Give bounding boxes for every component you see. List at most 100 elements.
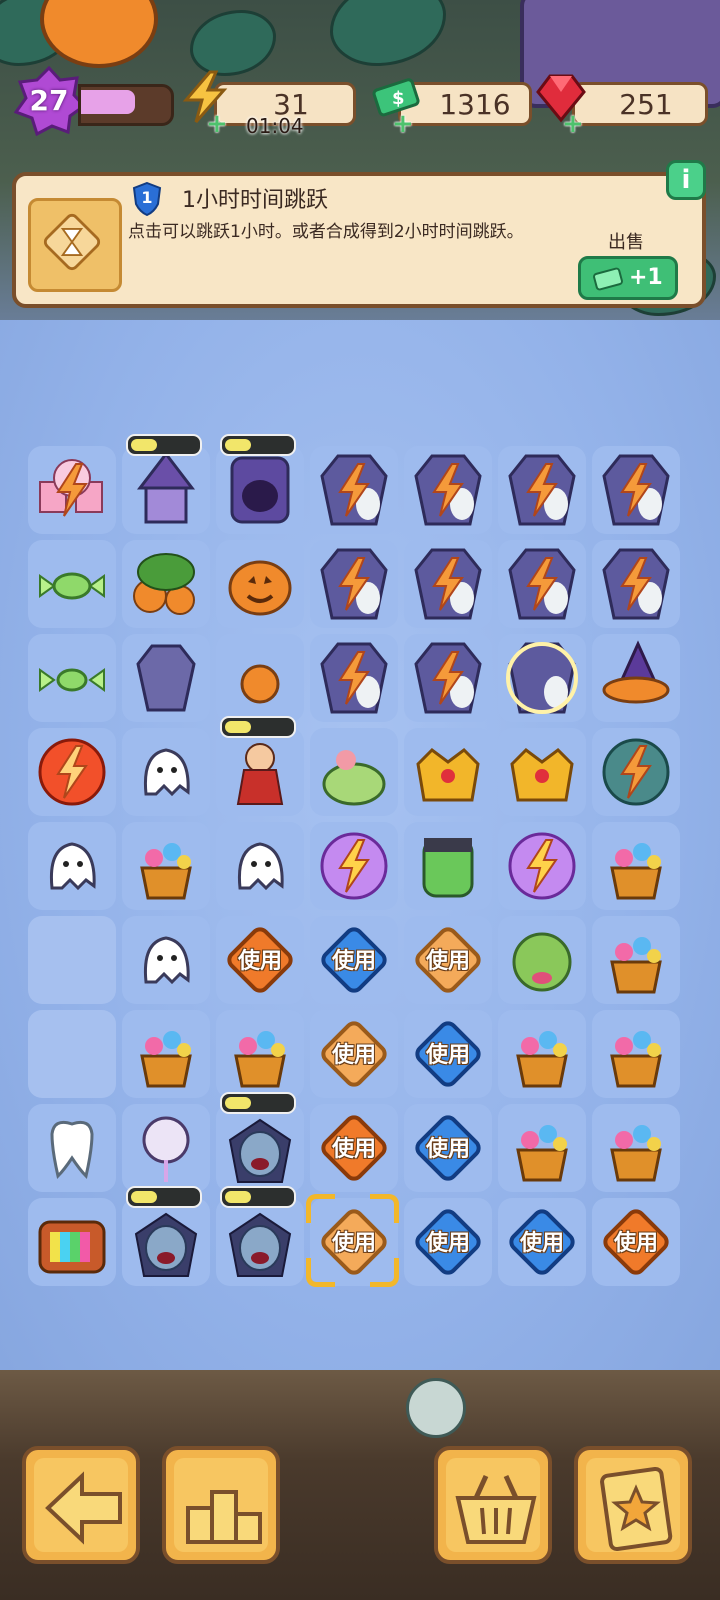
board-cell[interactable] [122,916,210,1004]
jack-o-lantern-icon [228,560,292,616]
board-cell[interactable] [122,434,210,534]
board-cell[interactable] [498,1010,586,1098]
board-cell[interactable] [404,728,492,816]
board-cell[interactable] [28,540,116,628]
tooth-icon [50,1120,94,1179]
board-cell[interactable] [498,822,586,910]
shop-button[interactable] [434,1446,552,1564]
board-cell[interactable]: 使用 [310,916,398,1004]
board-cell[interactable] [498,446,586,534]
board-cell[interactable] [216,1092,304,1192]
board-cell[interactable] [310,540,398,628]
board-cell[interactable] [216,434,304,534]
flower-basket-icon [140,843,192,900]
board-cell[interactable]: 使用 [306,1194,399,1287]
board-cell[interactable]: 使用 [404,1010,492,1098]
board-cell[interactable] [498,916,586,1004]
board-cell[interactable]: 使用 [216,916,304,1004]
board-cell[interactable] [404,822,492,910]
board-cell[interactable]: 使用 [404,1198,492,1286]
board-cell[interactable] [28,634,116,722]
flower-basket-icon [610,1125,662,1182]
vampire-icon [134,1212,198,1277]
board-cell[interactable] [28,1198,116,1286]
board-cell[interactable] [592,446,680,534]
board-cell[interactable] [310,446,398,534]
tasks-button[interactable] [574,1446,692,1564]
board-cell[interactable] [498,540,586,628]
energy-orb-purple-icon [508,832,576,900]
board-cell[interactable] [592,822,680,910]
board-cell[interactable] [310,634,398,722]
basket-icon [455,1474,537,1544]
use-label: 使用 [331,949,376,974]
add-gems-icon[interactable]: + [562,111,584,137]
board-cell[interactable] [592,1104,680,1192]
board-cell[interactable] [498,634,586,722]
game-screen: 27 31 + 01:04 1316 $ + 251 + 1 1小时时间跳跃 点… [0,0,720,1600]
xp-bar [78,84,174,126]
board-cell[interactable] [216,1186,304,1286]
locked-coffin-icon [414,454,482,526]
board-cell[interactable] [28,1104,116,1192]
board-cell[interactable] [122,1010,210,1098]
board-cell[interactable] [498,1104,586,1192]
board-cell[interactable] [216,822,304,910]
candy-basket-icon [322,750,386,806]
zombie-head-icon [512,932,572,992]
xp-fill [81,90,135,114]
board-cell[interactable] [216,716,304,816]
back-button[interactable] [22,1446,140,1564]
candy-icon [39,572,105,600]
board-cell[interactable] [28,1010,116,1098]
board-cell[interactable] [404,446,492,534]
board-cell[interactable] [498,728,586,816]
ghost-icon [143,936,190,985]
flower-basket-icon [516,1031,568,1088]
glowing-coffin-icon [506,642,578,714]
board-cell[interactable] [28,916,116,1004]
board-cell[interactable]: 使用 [498,1198,586,1286]
board-cell[interactable]: 使用 [310,1010,398,1098]
board-cell[interactable] [310,728,398,816]
board-cell[interactable] [216,634,304,722]
energy-timer: 01:04 [246,114,304,138]
board-cell[interactable] [122,634,210,722]
board-cell[interactable] [592,728,680,816]
sell-button[interactable]: +1 [578,256,678,300]
clipboard-star-icon [600,1466,673,1552]
selection-corner [370,1258,399,1287]
witch-house-icon [136,452,196,524]
locked-coffin-icon [508,454,576,526]
board-cell[interactable] [122,540,210,628]
add-cash-icon[interactable]: + [392,111,414,137]
board-cell[interactable] [216,540,304,628]
leaderboard-button[interactable] [162,1446,280,1564]
board-cell[interactable] [404,540,492,628]
board-cell[interactable] [28,446,116,534]
board-cell[interactable] [28,822,116,910]
locked-coffin-icon [320,454,388,526]
info-button[interactable]: i [666,160,706,200]
board-cell[interactable] [122,1186,210,1286]
board-cell[interactable] [592,916,680,1004]
board-cell[interactable] [592,634,680,722]
level-number: 27 [29,84,69,117]
use-label: 使用 [331,1043,376,1068]
use-label: 使用 [425,949,470,974]
board-cell[interactable]: 使用 [404,1104,492,1192]
board-cell[interactable] [592,1010,680,1098]
board-cell[interactable]: 使用 [404,916,492,1004]
board-cell[interactable]: 使用 [592,1198,680,1286]
board-cell[interactable] [122,728,210,816]
board-cell[interactable] [216,1010,304,1098]
board-cell[interactable] [122,1104,210,1192]
board-cell[interactable] [404,634,492,722]
add-energy-icon[interactable]: + [206,111,228,137]
board-cell[interactable] [592,540,680,628]
board-cell[interactable] [122,822,210,910]
board-cell[interactable]: 使用 [310,1104,398,1192]
gems-counter[interactable]: 251 [572,82,708,126]
board-cell[interactable] [28,728,116,816]
board-cell[interactable] [310,822,398,910]
